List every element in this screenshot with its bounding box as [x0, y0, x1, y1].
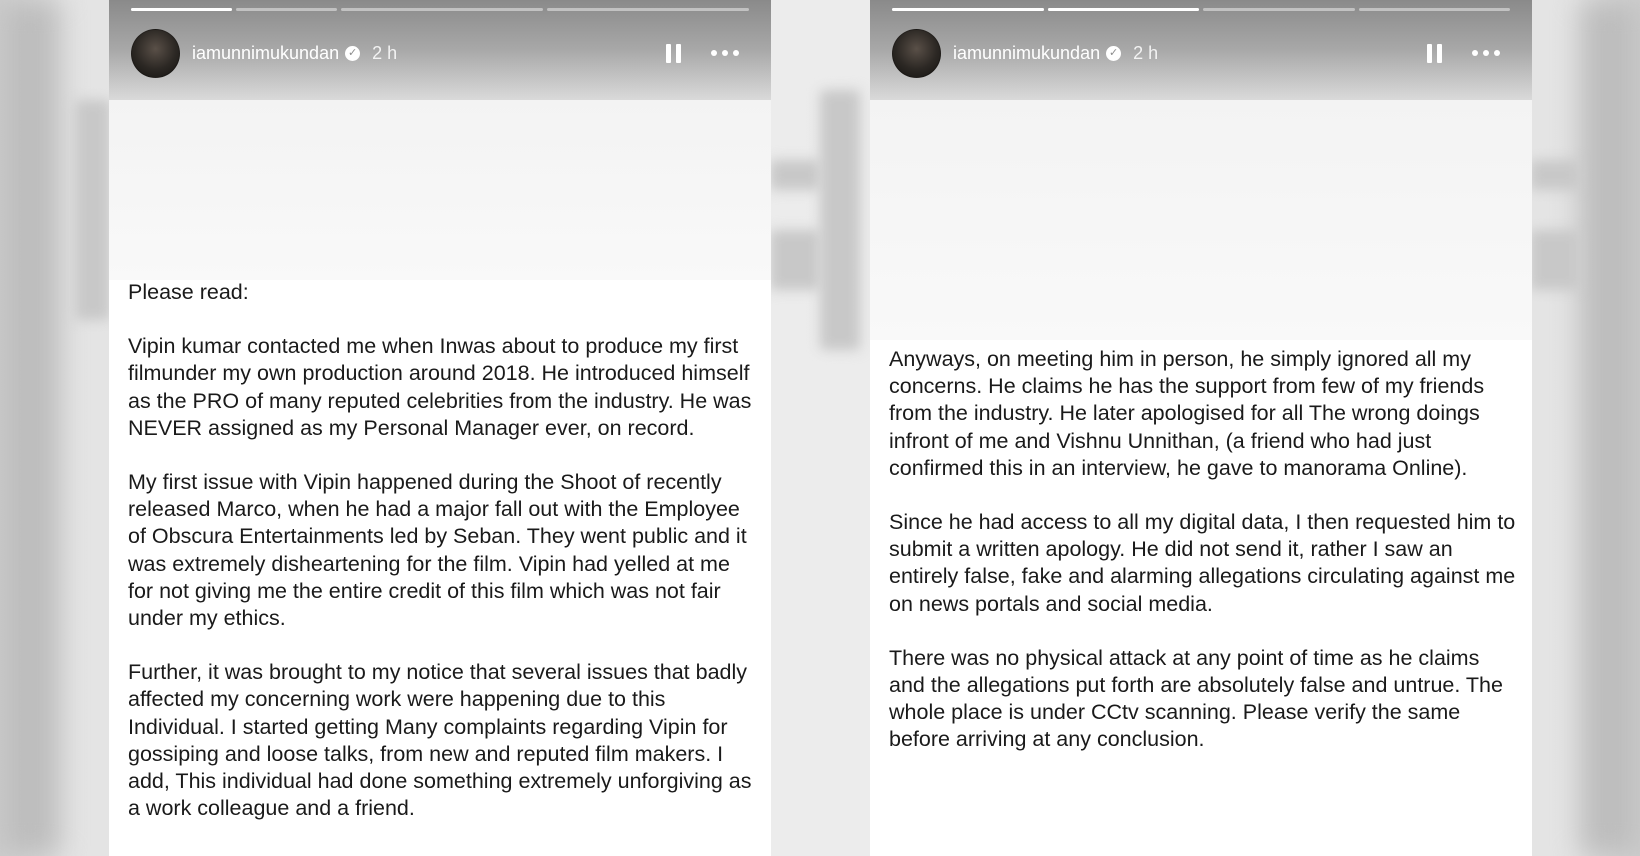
paragraph: Anyways, on meeting him in person, he si… — [889, 347, 1485, 480]
background-blur-text — [1530, 160, 1580, 190]
paragraph: My first issue with Vipin happened durin… — [128, 470, 747, 631]
verified-badge-icon: ✓ — [1106, 45, 1122, 61]
progress-fill — [892, 8, 1044, 11]
story-card-2[interactable]: iamunnimukundan ✓ 2 h Anyways, on meetin… — [870, 0, 1532, 856]
pause-icon[interactable] — [666, 43, 681, 63]
paragraph: Please read: — [128, 280, 249, 304]
username[interactable]: iamunnimukundan — [192, 43, 339, 64]
background-blur-text — [1530, 230, 1580, 290]
paragraph: Since he had access to all my digital da… — [889, 510, 1516, 616]
avatar[interactable] — [131, 28, 180, 78]
background-blur-text — [820, 90, 860, 350]
progress-segment — [131, 8, 232, 11]
story-card-1[interactable]: iamunnimukundan ✓ 2 h Please read: Vipin… — [109, 0, 771, 856]
story-text: Please read: Vipin kumar contacted me wh… — [128, 279, 757, 849]
story-blank-area — [109, 100, 771, 280]
progress-segment — [341, 8, 543, 11]
paragraph: Further, it was brought to my notice tha… — [128, 660, 752, 821]
more-options-icon[interactable] — [711, 50, 739, 56]
story-progress-bar — [131, 8, 749, 11]
story-header: iamunnimukundan ✓ 2 h — [131, 28, 739, 78]
story-blank-area — [870, 100, 1532, 340]
avatar[interactable] — [892, 28, 941, 78]
background-blur-text — [75, 100, 110, 320]
paragraph: Vipin kumar contacted me when Inwas abou… — [128, 334, 752, 440]
more-options-icon[interactable] — [1472, 50, 1500, 56]
paragraph: There was no physical attack at any poin… — [889, 645, 1503, 752]
username[interactable]: iamunnimukundan — [953, 43, 1100, 64]
progress-segment — [892, 8, 1044, 11]
pause-icon[interactable] — [1427, 43, 1442, 63]
post-time: 2 h — [1133, 42, 1159, 63]
verified-badge-icon: ✓ — [345, 45, 361, 61]
background-blur-text — [770, 230, 820, 290]
post-time: 2 h — [372, 42, 398, 63]
background-blur-right — [1580, 0, 1640, 856]
progress-segment — [547, 8, 749, 11]
story-text: Anyways, on meeting him in person, he si… — [889, 346, 1518, 781]
story-progress-bar — [892, 8, 1510, 11]
progress-segment — [1047, 8, 1199, 11]
background-blur-left — [0, 0, 60, 856]
background-blur-text — [770, 160, 820, 190]
progress-segment — [1203, 8, 1355, 11]
progress-fill — [131, 8, 232, 11]
progress-segment — [1358, 8, 1510, 11]
story-header: iamunnimukundan ✓ 2 h — [892, 28, 1500, 78]
progress-fill — [1047, 8, 1199, 11]
progress-segment — [236, 8, 337, 11]
